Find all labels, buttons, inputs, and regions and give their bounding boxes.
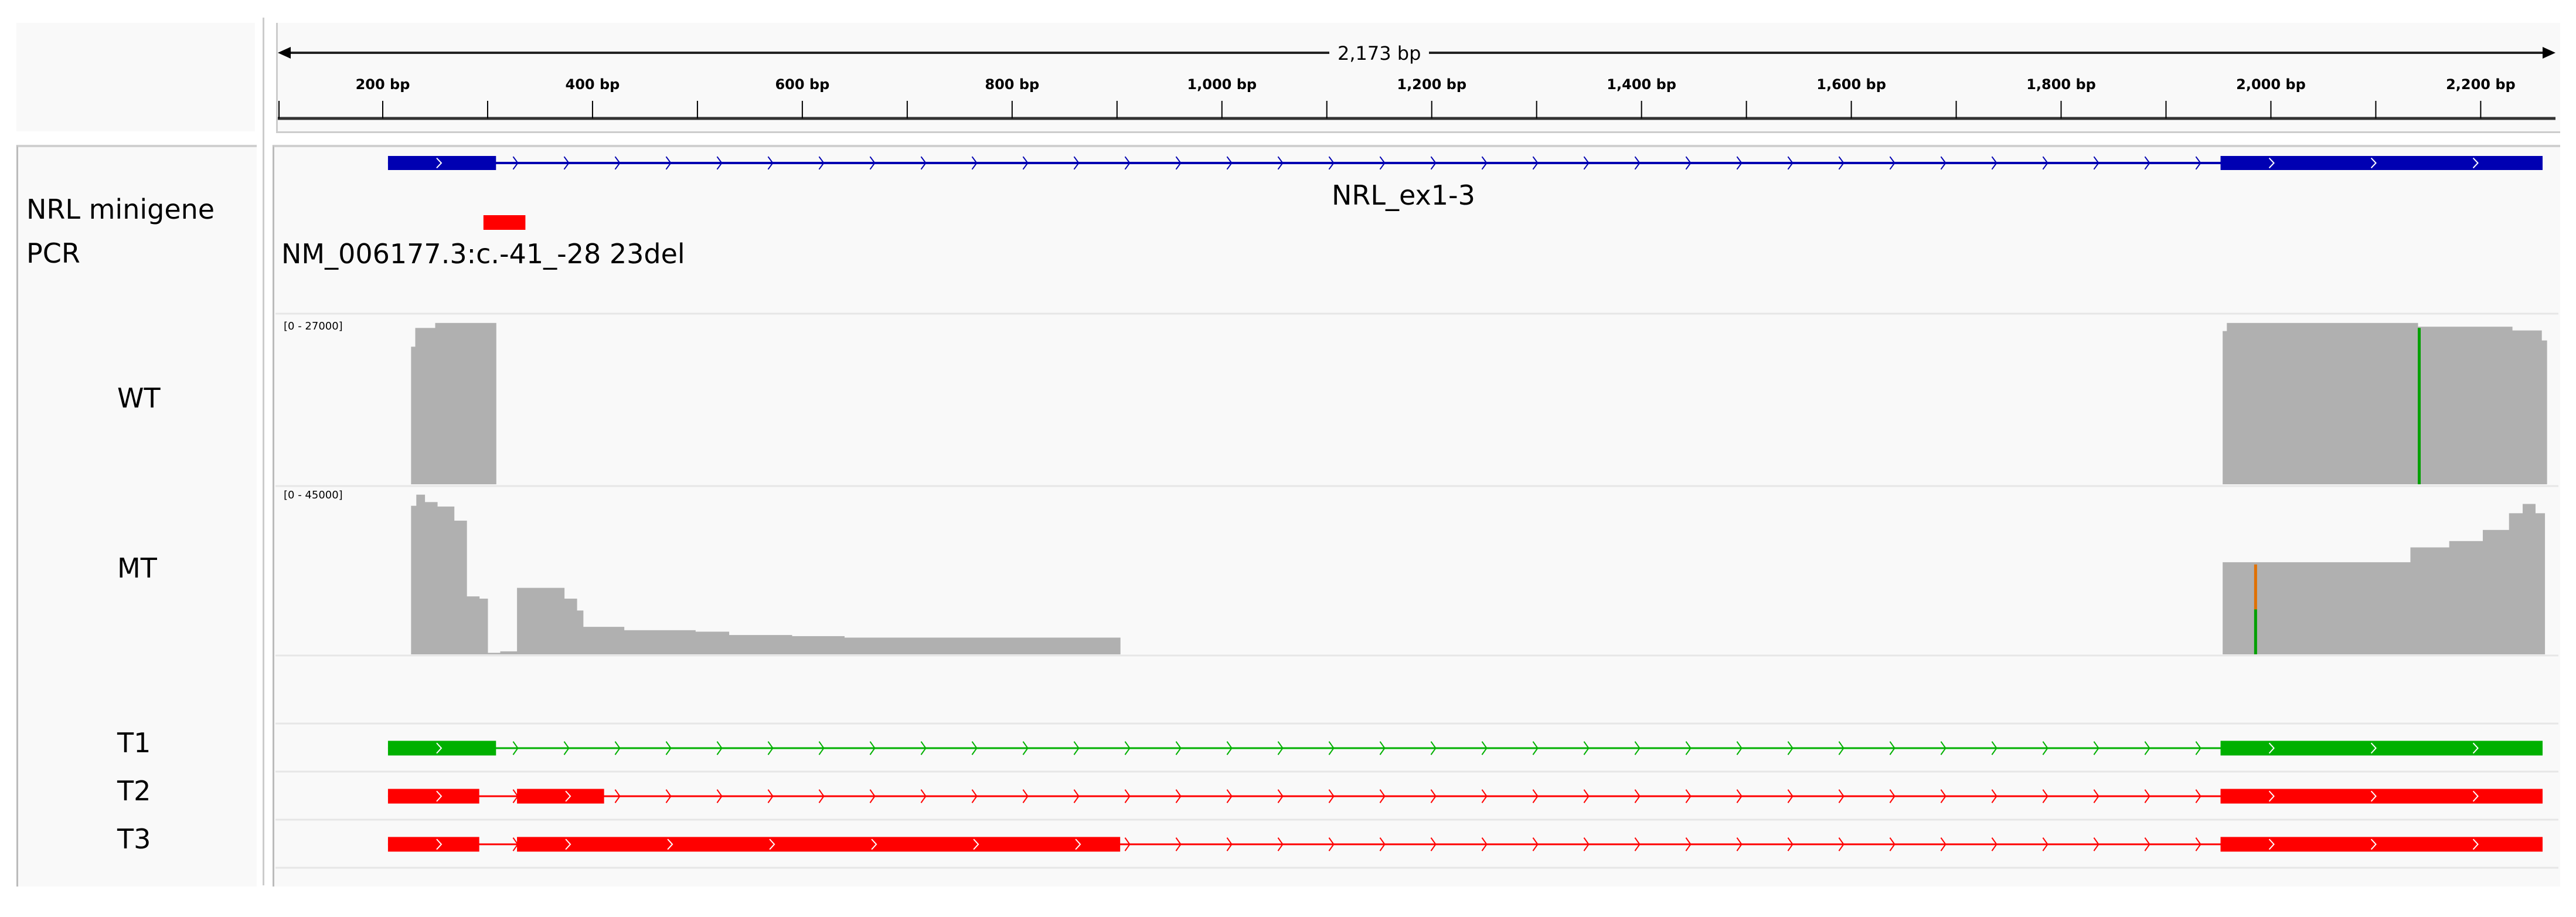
transcript-t2-exon [2220,789,2543,804]
coverage-bar-mt [583,627,625,654]
coverage-bar-mt [791,636,845,654]
mismatch-bar [2418,328,2421,484]
coverage-bar-mt [2522,504,2536,654]
igv-graphics [275,47,2558,869]
coverage-bar-wt [411,347,416,484]
coverage-bar-mt [411,505,417,654]
coverage-bar-mt [577,610,584,654]
transcript-t2-exon [387,789,479,804]
coverage-bar-mt [2449,541,2483,654]
transcript-t3-exon [517,837,1121,852]
transcript-t3-exon [387,837,479,852]
coverage-bar-mt [487,653,501,654]
coverage-bar-mt [500,651,518,654]
coverage-bar-wt [2223,331,2227,484]
gene-exon [2220,156,2543,170]
coverage-bar-mt [2410,547,2450,654]
coverage-bar-mt [416,494,426,654]
coverage-bar-mt [844,637,1121,654]
coverage-bar-wt [2512,330,2542,484]
coverage-bar-mt [467,596,480,654]
variant-feature [483,215,526,230]
transcript-t3-exon [2220,837,2543,852]
coverage-bar-wt [2227,322,2418,484]
coverage-bar-mt [564,599,577,654]
coverage-bar-mt [2223,562,2411,654]
coverage-bar-mt [454,521,467,654]
coverage-bar-mt [729,635,792,654]
coverage-bar-mt [517,587,565,654]
mismatch-bar [2254,609,2257,654]
transcript-t1-exon [2220,741,2543,756]
coverage-bar-mt [2535,513,2546,654]
coverage-bar-wt [2541,340,2547,484]
coverage-bar-mt [479,599,488,654]
coverage-bar-mt [624,630,696,654]
coverage-bar-mt [2509,513,2523,654]
ruler-span-label: 2,173 bp [1329,42,1430,64]
coverage-bar-mt [424,502,438,654]
coverage-bar-mt [695,631,730,654]
ruler-left-arrow-icon [278,47,291,59]
coverage-bar-mt [437,506,455,654]
coverage-bar-wt [435,322,496,484]
transcript-t2-exon [517,789,604,804]
coverage-bar-wt [2418,327,2513,484]
ruler-right-arrow-icon [2543,47,2555,59]
coverage-bar-wt [415,328,435,484]
mismatch-bar [2254,564,2257,610]
coverage-bar-mt [2482,529,2510,654]
